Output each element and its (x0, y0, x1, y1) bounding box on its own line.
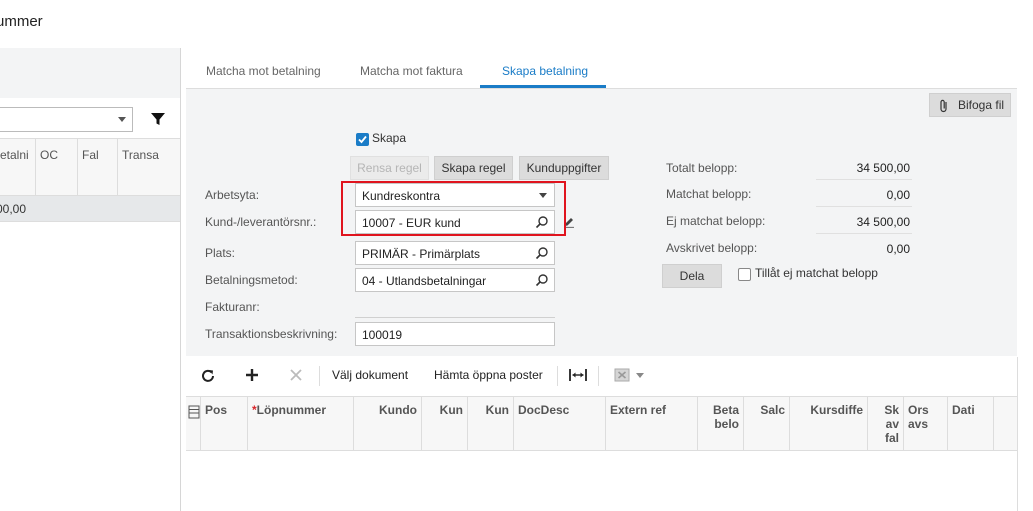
row-selector-icon[interactable] (188, 405, 200, 419)
totals-divider (816, 233, 912, 234)
page-title: ummer (0, 13, 43, 30)
left-col-header[interactable]: etalni (0, 139, 36, 195)
grid-col-datum[interactable]: Dati (948, 397, 994, 450)
toolbar-separator (598, 366, 599, 386)
toolbar-separator (557, 366, 558, 386)
add-icon[interactable] (245, 368, 259, 382)
grid-col-betalning[interactable]: Beta belo (698, 397, 744, 450)
betalningsmetod-field[interactable]: 04 - Utlandsbetalningar (355, 268, 555, 292)
totals-divider (816, 206, 912, 207)
hamta-oppna-poster-button[interactable]: Hämta öppna poster (434, 368, 543, 382)
paperclip-icon (940, 99, 947, 113)
panel-divider (180, 48, 181, 511)
grid-col-saldo[interactable]: Salc (744, 397, 790, 450)
tillat-ej-matchat-label: Tillåt ej matchat belopp (755, 266, 878, 280)
grid-col-kun-2[interactable]: Kun (468, 397, 514, 450)
toolbar-separator (319, 366, 320, 386)
plats-field[interactable]: PRIMÄR - Primärplats (355, 241, 555, 265)
grid-toolbar: Välj dokument Hämta öppna poster (186, 357, 1017, 395)
skapa-regel-button[interactable]: Skapa regel (434, 156, 513, 180)
grid-col-kundo[interactable]: Kundo (354, 397, 422, 450)
matchat-belopp-label: Matchat belopp: (666, 187, 752, 201)
chevron-down-icon (118, 117, 126, 122)
left-grid-header: etalni OC Fal Transa (0, 138, 180, 196)
skapa-checkbox[interactable] (356, 133, 369, 146)
left-col-header[interactable]: Transa (118, 139, 180, 195)
totals-divider (816, 179, 912, 180)
refresh-icon[interactable] (200, 368, 216, 384)
fakturanr-field[interactable] (355, 317, 555, 318)
grid-col-kun[interactable]: Kun (422, 397, 468, 450)
grid-col-skriv-av[interactable]: Sk av fal (868, 397, 904, 450)
tillat-ej-matchat-checkbox[interactable] (738, 268, 751, 281)
highlight-box (341, 181, 566, 236)
dela-button[interactable]: Dela (662, 264, 722, 288)
grid-col-lopnummer[interactable]: *Löpnummer (248, 397, 354, 450)
valj-dokument-button[interactable]: Välj dokument (332, 368, 408, 382)
grid-col-extern-ref[interactable]: Extern ref (606, 397, 698, 450)
grid-right-border (1017, 357, 1018, 511)
matchat-belopp-value: 0,00 (886, 188, 910, 202)
grid-col-kursdifferens[interactable]: Kursdiffe (790, 397, 868, 450)
fakturanr-label: Fakturanr: (205, 300, 260, 314)
left-panel-header (0, 48, 180, 98)
left-col-header[interactable]: OC (36, 139, 78, 195)
ej-matchat-belopp-value: 34 500,00 (856, 215, 910, 229)
excel-export-icon[interactable] (614, 367, 630, 383)
skapa-label: Skapa (372, 131, 407, 145)
left-col-header[interactable]: Fal (78, 139, 118, 195)
ej-matchat-belopp-label: Ej matchat belopp: (666, 214, 766, 228)
search-icon[interactable] (535, 246, 549, 260)
transaktionsbeskrivning-label: Transaktionsbeskrivning: (205, 327, 338, 341)
kunduppgifter-button[interactable]: Kunduppgifter (519, 156, 609, 180)
rensa-regel-button[interactable]: Rensa regel (350, 156, 429, 180)
transaktionsbeskrivning-field[interactable]: 100019 (355, 322, 555, 346)
betalningsmetod-label: Betalningsmetod: (205, 273, 298, 287)
left-row-value: 00,00 (0, 202, 27, 216)
arbetsyta-label: Arbetsyta: (205, 188, 260, 202)
chevron-down-icon[interactable] (636, 373, 644, 378)
totalt-belopp-label: Totalt belopp: (666, 161, 738, 175)
delete-icon[interactable] (289, 368, 303, 382)
grid-col-pos[interactable]: Pos (200, 397, 248, 450)
create-payment-form: Bifoga fil Skapa Rensa regel Skapa regel… (186, 88, 1017, 356)
attach-file-button[interactable]: Bifoga fil (929, 93, 1011, 117)
plats-label: Plats: (205, 246, 236, 260)
kund-label: Kund-/leverantörsnr.: (205, 215, 317, 229)
search-icon[interactable] (535, 273, 549, 287)
details-grid-header: Pos *Löpnummer Kundo Kun Kun DocDesc Ext… (186, 396, 1017, 451)
avskrivet-belopp-value: 0,00 (886, 242, 910, 256)
tab-matcha-mot-betalning[interactable]: Matcha mot betalning (206, 64, 321, 88)
left-grid-row[interactable]: 00,00 (0, 196, 180, 222)
filter-icon[interactable] (150, 111, 166, 127)
left-filter-select[interactable] (0, 107, 133, 132)
tab-matcha-mot-faktura[interactable]: Matcha mot faktura (360, 64, 463, 88)
totalt-belopp-value: 34 500,00 (856, 161, 910, 175)
avskrivet-belopp-label: Avskrivet belopp: (666, 241, 758, 255)
fit-columns-icon[interactable] (569, 368, 587, 382)
grid-col-docdesc[interactable]: DocDesc (514, 397, 606, 450)
grid-col-orsak[interactable]: Ors avs (904, 397, 948, 450)
tab-skapa-betalning[interactable]: Skapa betalning (479, 64, 607, 88)
